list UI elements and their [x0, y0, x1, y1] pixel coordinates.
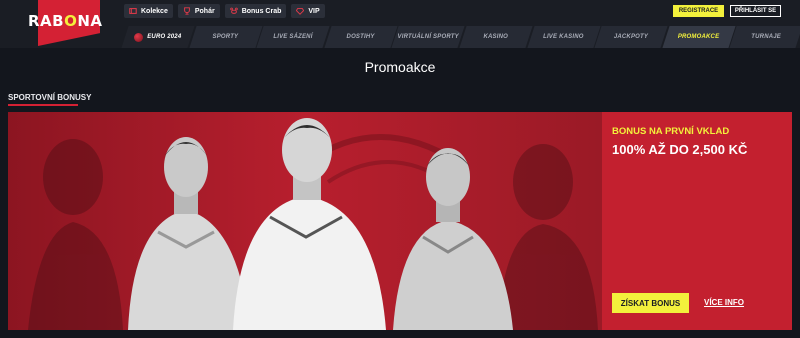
main-nav: EURO 2024 SPORTY LIVE SÁZENÍ DOSTIHY VIR…: [124, 26, 800, 48]
top-link-label: Pohár: [194, 7, 215, 15]
top-link-label: Kolekce: [141, 7, 168, 15]
nav-item-live-kasino[interactable]: LIVE KASINO: [530, 26, 598, 48]
trophy-icon: [183, 7, 190, 15]
top-link-vip[interactable]: VIP: [291, 4, 325, 18]
top-link-label: Bonus Crab: [241, 7, 282, 15]
nav-item-euro-2024[interactable]: EURO 2024: [124, 26, 192, 48]
more-info-link[interactable]: VÍCE INFO: [704, 298, 744, 307]
nav-item-kasino[interactable]: KASINO: [462, 26, 530, 48]
page-title: Promoakce: [364, 59, 436, 75]
logo-text-o: O: [64, 12, 78, 30]
top-link-bonus-crab[interactable]: Bonus Crab: [224, 4, 287, 18]
nav-item-jackpoty[interactable]: JACKPOTY: [597, 26, 665, 48]
euro-ball-icon: [134, 32, 144, 42]
nav-item-label: EURO 2024: [147, 34, 182, 40]
nav-item-turnaje[interactable]: TURNAJE: [732, 26, 800, 48]
top-links: Kolekce Pohár Bonus Crab VIP: [124, 4, 325, 18]
promo-subtitle: BONUS NA PRVNÍ VKLAD: [612, 126, 730, 137]
promo-headline: 100% AŽ DO 2,500 KČ: [612, 142, 748, 157]
register-button[interactable]: REGISTRACE: [673, 5, 724, 17]
crab-icon: [229, 7, 238, 14]
section-title: SPORTOVNÍ BONUSY: [8, 93, 92, 102]
logo[interactable]: RABONA: [28, 12, 103, 30]
nav-item-sporty[interactable]: SPORTY: [192, 26, 260, 48]
promo-panel: BONUS NA PRVNÍ VKLAD 100% AŽ DO 2,500 KČ…: [602, 112, 792, 330]
top-link-label: VIP: [308, 7, 320, 15]
section-underline: [8, 104, 78, 106]
nav-item-virtualni-sporty[interactable]: VIRTUÁLNÍ SPORTY: [394, 26, 462, 48]
logo-text-start: RAB: [28, 12, 65, 30]
top-link-kolekce[interactable]: Kolekce: [124, 4, 173, 18]
nav-item-live-sazeni[interactable]: LIVE SÁZENÍ: [259, 26, 327, 48]
site-header: RABONA Kolekce Pohár Bonus Crab VIP REGI…: [0, 0, 800, 48]
diamond-icon: [296, 8, 305, 15]
nav-item-dostihy[interactable]: DOSTIHY: [327, 26, 395, 48]
login-button[interactable]: PŘIHLÁSIT SE: [730, 5, 781, 17]
claim-bonus-button[interactable]: ZÍSKAT BONUS: [612, 293, 689, 313]
banner-artwork: [8, 112, 602, 330]
logo-text-end: NA: [77, 12, 103, 30]
collection-icon: [129, 8, 137, 14]
top-link-pohar[interactable]: Pohár: [177, 4, 220, 18]
nav-item-promoakce[interactable]: PROMOAKCE: [665, 26, 733, 48]
promo-banner: BONUS NA PRVNÍ VKLAD 100% AŽ DO 2,500 KČ…: [8, 112, 792, 330]
